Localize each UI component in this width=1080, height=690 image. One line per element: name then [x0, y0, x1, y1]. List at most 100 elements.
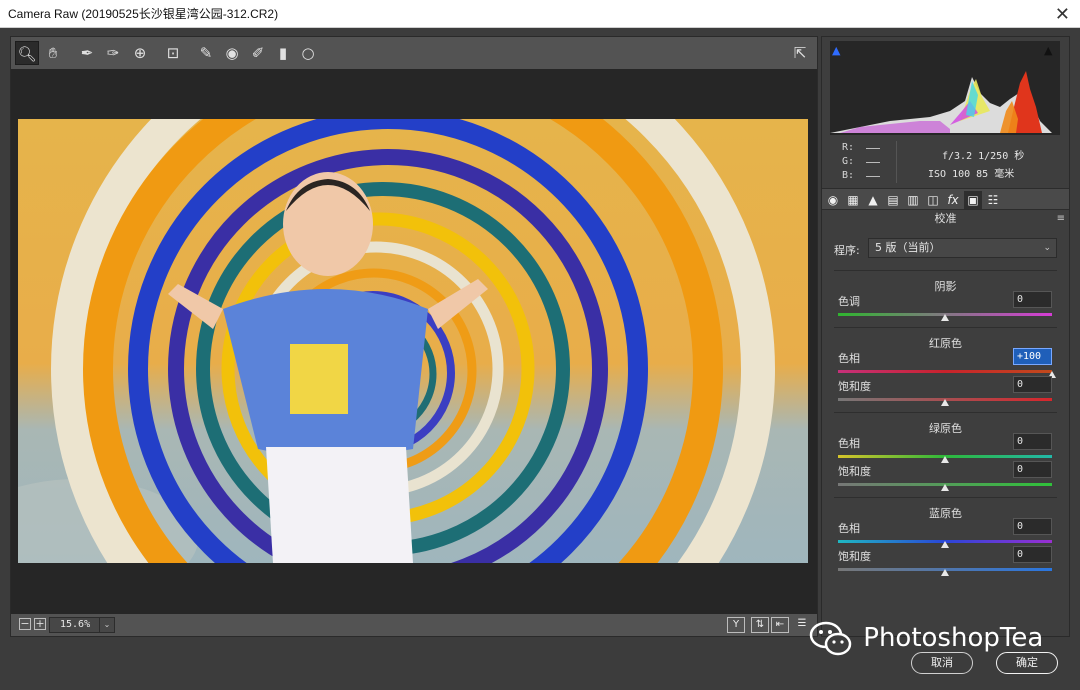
ok-button[interactable]: 确定 [996, 652, 1058, 674]
blue-saturation-field[interactable]: 0 [1013, 546, 1052, 563]
red-hue-field[interactable]: +100 [1013, 348, 1052, 365]
shadows-tint-thumb[interactable] [941, 314, 949, 321]
readout-b: B: [842, 170, 902, 181]
tab-split-toning[interactable]: ▥ [904, 191, 922, 209]
section-divider [834, 327, 1057, 328]
window-title: Camera Raw (20190525长沙银星湾公园-312.CR2) [8, 7, 279, 21]
crop-icon: ⊡ [166, 44, 180, 62]
zoom-out-button[interactable]: − [19, 618, 31, 630]
histogram: ▲ ▲ [830, 41, 1060, 135]
target-adjust-tool[interactable]: ⊕ [128, 41, 152, 65]
zoom-tool[interactable]: 🔍︎ [15, 41, 39, 65]
red-saturation-field[interactable]: 0 [1013, 376, 1052, 393]
window-titlebar: Camera Raw (20190525长沙银星湾公园-312.CR2) ✕ [0, 0, 1080, 28]
shadows-tint-label: 色调 [838, 295, 860, 308]
zoom-in-icon: + [35, 617, 45, 630]
tab-detail[interactable]: ▲ [864, 191, 882, 209]
before-after-button[interactable]: Y [727, 617, 745, 633]
green-saturation-label: 饱和度 [838, 465, 871, 478]
copy-icon: ⇤ [775, 619, 785, 630]
swap-icon: ⇅ [755, 619, 765, 630]
tab-lens[interactable]: ◫ [924, 191, 942, 209]
red-hue-slider[interactable] [838, 370, 1052, 373]
adjustment-panel: ▲ ▲ R: G: B: f/3.2 1/250 秒 ISO 100 85 毫米… [821, 36, 1070, 637]
process-label: 程序: [834, 244, 860, 257]
radial-filter-icon: ○ [301, 44, 315, 62]
green-hue-label: 色相 [838, 437, 860, 450]
info-divider [896, 141, 897, 183]
white-balance-icon: ✒ [80, 44, 94, 62]
chevron-down-icon: ⌄ [103, 620, 111, 629]
photo-preview [18, 119, 808, 563]
fx-icon: fx [947, 193, 959, 207]
red-eye-tool[interactable]: ◉ [220, 41, 244, 65]
blue-hue-thumb[interactable] [941, 541, 949, 548]
tab-basic[interactable]: ◉ [824, 191, 842, 209]
color-sampler-icon: ✑ [106, 44, 120, 62]
hand-tool[interactable]: ✋︎ [41, 41, 65, 65]
tab-effects[interactable]: fx [944, 191, 962, 209]
curve-icon: ▦ [847, 193, 859, 207]
green-saturation-field[interactable]: 0 [1013, 461, 1052, 478]
aperture-icon: ◉ [827, 193, 839, 207]
shadow-clipping-warning-icon[interactable]: ▲ [832, 44, 844, 57]
red-saturation-thumb[interactable] [941, 399, 949, 406]
green-hue-field[interactable]: 0 [1013, 433, 1052, 450]
tool-bar: 🔍︎ ✋︎ ✒ ✑ ⊕ ⊡ ✎ ◉ ✐ ▮ ○ ⇱ [11, 37, 817, 69]
readout-b-label: B: [842, 170, 855, 181]
readout-g: G: [842, 156, 902, 167]
radial-filter-tool[interactable]: ○ [296, 41, 320, 65]
aperture-shutter: f/3.2 1/250 秒 [942, 151, 1025, 162]
shadows-tint-field[interactable]: 0 [1013, 291, 1052, 308]
spot-removal-tool[interactable]: ✎ [194, 41, 218, 65]
readout-g-label: G: [842, 156, 855, 167]
iso-focal: ISO 100 85 毫米 [928, 169, 1015, 180]
panel-menu-icon[interactable]: ≡ [1057, 213, 1065, 224]
cancel-button[interactable]: 取消 [911, 652, 973, 674]
mountain-icon: ▲ [868, 193, 878, 207]
histogram-graph [830, 71, 1052, 133]
presets-icon: ☷ [987, 193, 999, 207]
adjustment-brush-tool[interactable]: ✐ [246, 41, 270, 65]
white-balance-tool[interactable]: ✒ [75, 41, 99, 65]
zoom-out-icon: − [20, 617, 30, 630]
tab-tone-curve[interactable]: ▦ [844, 191, 862, 209]
open-preferences-button[interactable]: ⇱ [788, 41, 812, 65]
swap-settings-button[interactable]: ⇅ [751, 617, 769, 633]
green-saturation-thumb[interactable] [941, 484, 949, 491]
copy-settings-button[interactable]: ⇤ [771, 617, 789, 633]
preview-canvas[interactable] [11, 69, 817, 614]
zoom-in-button[interactable]: + [34, 618, 46, 630]
section-divider [834, 270, 1057, 271]
red-saturation-label: 饱和度 [838, 380, 871, 393]
red-eye-icon: ◉ [225, 44, 239, 62]
zoom-dropdown[interactable]: ⌄ [99, 617, 115, 633]
lens-icon: ◫ [927, 193, 939, 207]
color-sampler-tool[interactable]: ✑ [101, 41, 125, 65]
calibration-icon: ▣ [967, 193, 979, 207]
tab-hsl[interactable]: ▤ [884, 191, 902, 209]
status-bar: − + 15.6% ⌄ Y ⇅ ⇤ ☰ [11, 614, 817, 636]
preferences-icon: ⇱ [793, 44, 807, 62]
graduated-filter-tool[interactable]: ▮ [271, 41, 295, 65]
tab-calibration[interactable]: ▣ [964, 191, 982, 209]
section-divider [834, 412, 1057, 413]
blue-saturation-thumb[interactable] [941, 569, 949, 576]
blue-hue-label: 色相 [838, 522, 860, 535]
readout-r: R: [842, 142, 902, 153]
crop-tool[interactable]: ⊡ [161, 41, 185, 65]
split-toning-icon: ▥ [907, 193, 919, 207]
section-divider [834, 497, 1057, 498]
process-version-value: 5 版（当前） [875, 241, 941, 254]
hand-icon: ✋︎ [48, 44, 58, 62]
blue-hue-field[interactable]: 0 [1013, 518, 1052, 535]
close-icon[interactable]: ✕ [1055, 0, 1070, 28]
before-after-icon: Y [732, 619, 740, 630]
green-hue-thumb[interactable] [941, 456, 949, 463]
process-version-select[interactable]: 5 版（当前） ⌄ [868, 238, 1057, 258]
highlight-clipping-warning-icon[interactable]: ▲ [1044, 44, 1056, 57]
chevron-down-icon: ⌄ [1043, 243, 1051, 253]
tab-presets[interactable]: ☷ [984, 191, 1002, 209]
zoom-icon: 🔍︎ [17, 45, 37, 63]
blue-saturation-label: 饱和度 [838, 550, 871, 563]
